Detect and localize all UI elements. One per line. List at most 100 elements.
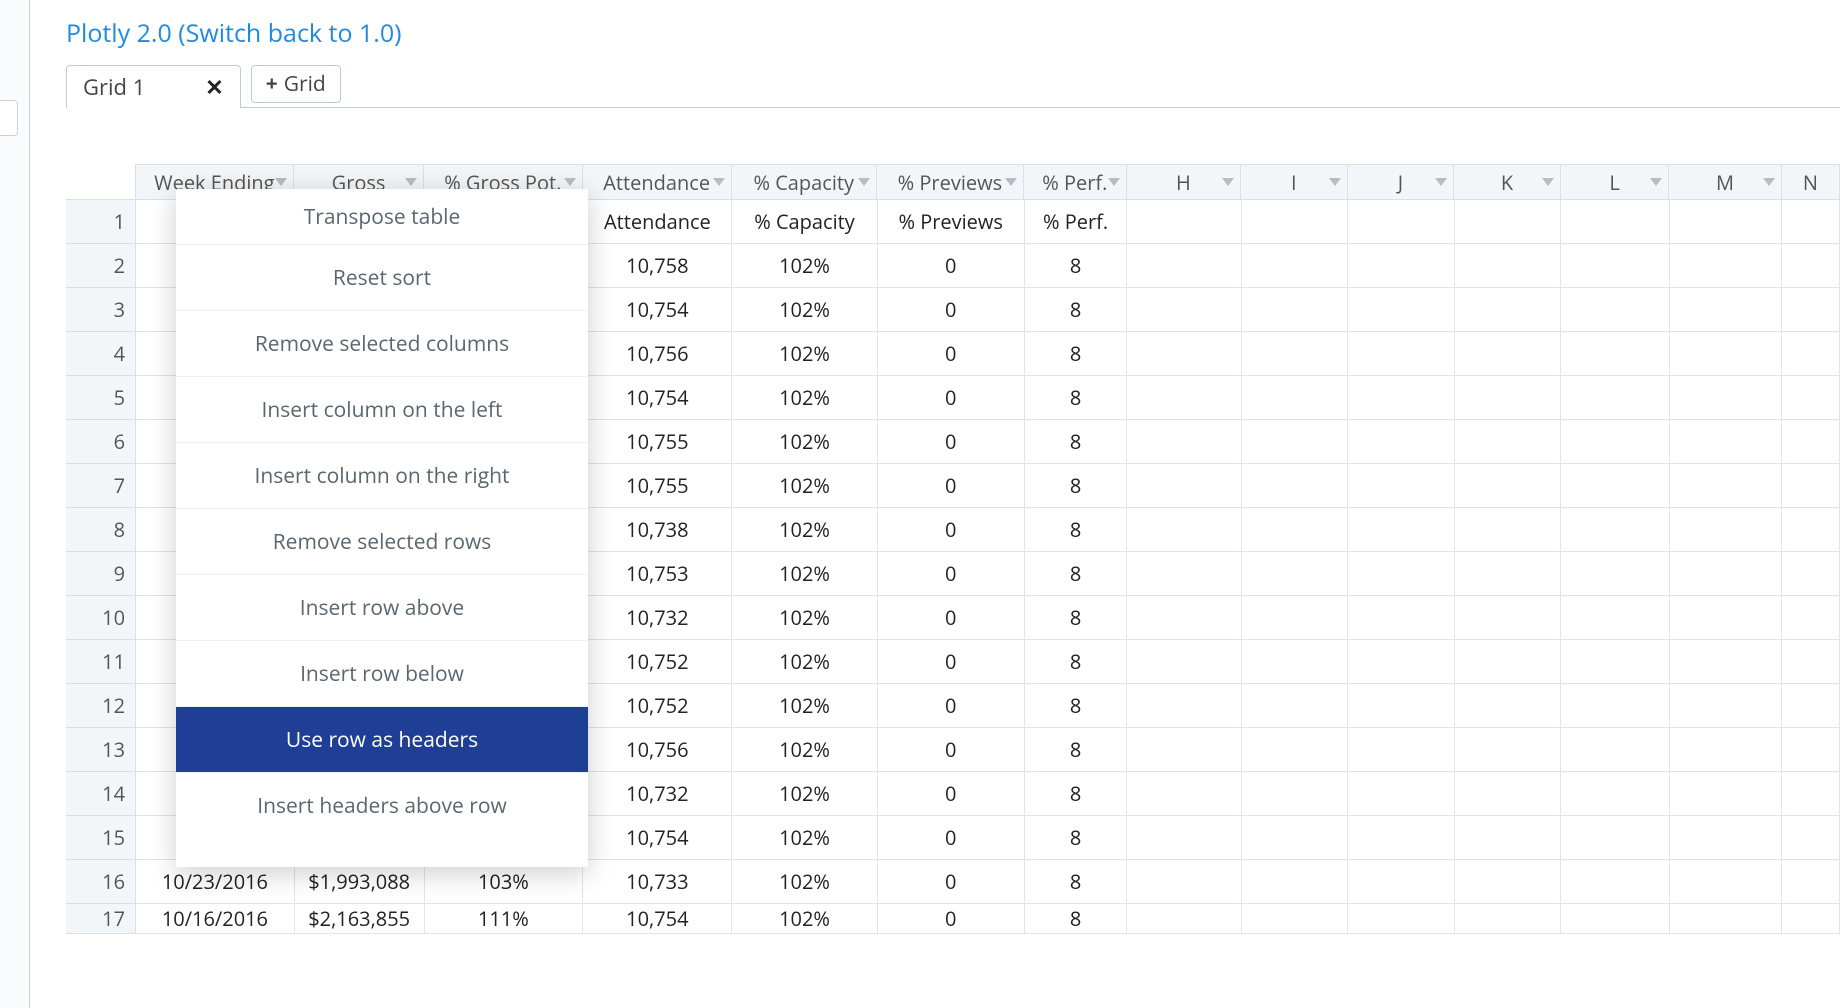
- cell[interactable]: [1782, 376, 1840, 420]
- cell[interactable]: 8: [1025, 816, 1128, 860]
- chevron-down-icon[interactable]: [564, 178, 576, 186]
- cell[interactable]: 8: [1025, 772, 1128, 816]
- cell[interactable]: [1348, 640, 1455, 684]
- cell[interactable]: 8: [1025, 640, 1128, 684]
- cell[interactable]: % Capacity: [732, 200, 877, 244]
- cell[interactable]: 10,732: [583, 596, 732, 640]
- cell[interactable]: [1561, 860, 1669, 904]
- cell[interactable]: [1242, 464, 1349, 508]
- cell[interactable]: [1561, 376, 1669, 420]
- cell[interactable]: 0: [878, 244, 1025, 288]
- row-number[interactable]: 10: [66, 596, 136, 640]
- row-number[interactable]: 14: [66, 772, 136, 816]
- row-number[interactable]: 6: [66, 420, 136, 464]
- row-number[interactable]: 12: [66, 684, 136, 728]
- cell[interactable]: [1127, 640, 1241, 684]
- cell[interactable]: [1242, 288, 1349, 332]
- cell[interactable]: 0: [878, 904, 1025, 934]
- row-number[interactable]: 7: [66, 464, 136, 508]
- cell[interactable]: 102%: [732, 420, 877, 464]
- cell[interactable]: [1455, 464, 1562, 508]
- cell[interactable]: 8: [1025, 464, 1128, 508]
- cell[interactable]: [1348, 244, 1455, 288]
- column-header[interactable]: Attendance: [583, 164, 732, 200]
- column-header[interactable]: H: [1127, 164, 1241, 200]
- cell[interactable]: 102%: [732, 860, 877, 904]
- cell[interactable]: [1348, 200, 1455, 244]
- cell[interactable]: [1348, 464, 1455, 508]
- cell[interactable]: 10,758: [583, 244, 732, 288]
- cell[interactable]: [1782, 464, 1840, 508]
- cell[interactable]: [1455, 772, 1562, 816]
- cell[interactable]: [1348, 860, 1455, 904]
- chevron-down-icon[interactable]: [275, 178, 287, 186]
- cell[interactable]: [1348, 288, 1455, 332]
- context-menu-item[interactable]: Insert column on the right: [176, 443, 588, 509]
- context-menu-item[interactable]: Transpose table: [176, 189, 588, 245]
- cell[interactable]: [1670, 244, 1782, 288]
- cell[interactable]: 102%: [732, 684, 877, 728]
- cell[interactable]: 0: [878, 772, 1025, 816]
- cell[interactable]: [1670, 596, 1782, 640]
- cell[interactable]: [1782, 288, 1840, 332]
- cell[interactable]: [1670, 860, 1782, 904]
- cell[interactable]: [1127, 684, 1241, 728]
- cell[interactable]: 102%: [732, 596, 877, 640]
- cell[interactable]: [1670, 772, 1782, 816]
- column-header[interactable]: J: [1348, 164, 1455, 200]
- cell[interactable]: [1348, 332, 1455, 376]
- chevron-down-icon[interactable]: [1329, 178, 1341, 186]
- cell[interactable]: 10,754: [583, 376, 732, 420]
- cell[interactable]: [1782, 640, 1840, 684]
- cell[interactable]: 0: [878, 640, 1025, 684]
- column-header[interactable]: I: [1241, 164, 1348, 200]
- cell[interactable]: 10,752: [583, 640, 732, 684]
- cell[interactable]: [1561, 596, 1669, 640]
- cell[interactable]: 102%: [732, 508, 877, 552]
- cell[interactable]: % Perf.: [1025, 200, 1128, 244]
- context-menu-item[interactable]: Insert headers above row: [176, 773, 588, 839]
- cell[interactable]: [1348, 552, 1455, 596]
- cell[interactable]: [1348, 728, 1455, 772]
- cell[interactable]: [1127, 772, 1241, 816]
- cell[interactable]: [1348, 420, 1455, 464]
- chevron-down-icon[interactable]: [405, 178, 417, 186]
- cell[interactable]: [1561, 420, 1669, 464]
- cell[interactable]: [1561, 288, 1669, 332]
- row-number[interactable]: 13: [66, 728, 136, 772]
- cell[interactable]: [1348, 816, 1455, 860]
- cell[interactable]: 111%: [425, 904, 584, 934]
- context-menu-item[interactable]: Reset sort: [176, 245, 588, 311]
- cell[interactable]: [1242, 596, 1349, 640]
- cell[interactable]: 102%: [732, 376, 877, 420]
- cell[interactable]: [1127, 816, 1241, 860]
- chevron-down-icon[interactable]: [713, 178, 725, 186]
- row-number[interactable]: 8: [66, 508, 136, 552]
- column-header[interactable]: % Perf.: [1024, 164, 1127, 200]
- cell[interactable]: 0: [878, 552, 1025, 596]
- cell[interactable]: [1242, 728, 1349, 772]
- chevron-down-icon[interactable]: [1542, 178, 1554, 186]
- cell[interactable]: [1348, 772, 1455, 816]
- row-number[interactable]: 3: [66, 288, 136, 332]
- cell[interactable]: 0: [878, 332, 1025, 376]
- cell[interactable]: [1348, 904, 1455, 934]
- cell[interactable]: [1782, 244, 1840, 288]
- cell[interactable]: 8: [1025, 376, 1128, 420]
- chevron-down-icon[interactable]: [1435, 178, 1447, 186]
- chevron-down-icon[interactable]: [1108, 178, 1120, 186]
- cell[interactable]: 10,754: [583, 904, 732, 934]
- cell[interactable]: [1670, 376, 1782, 420]
- cell[interactable]: 102%: [732, 244, 877, 288]
- row-number[interactable]: 11: [66, 640, 136, 684]
- cell[interactable]: 102%: [732, 816, 877, 860]
- cell[interactable]: [1782, 904, 1840, 934]
- context-menu-item[interactable]: Insert row above: [176, 575, 588, 641]
- cell[interactable]: [1561, 816, 1669, 860]
- cell[interactable]: [1561, 200, 1669, 244]
- cell[interactable]: [1561, 332, 1669, 376]
- row-number[interactable]: 1: [66, 200, 136, 244]
- cell[interactable]: [1455, 376, 1562, 420]
- cell[interactable]: 0: [878, 728, 1025, 772]
- context-menu-item[interactable]: Insert column on the left: [176, 377, 588, 443]
